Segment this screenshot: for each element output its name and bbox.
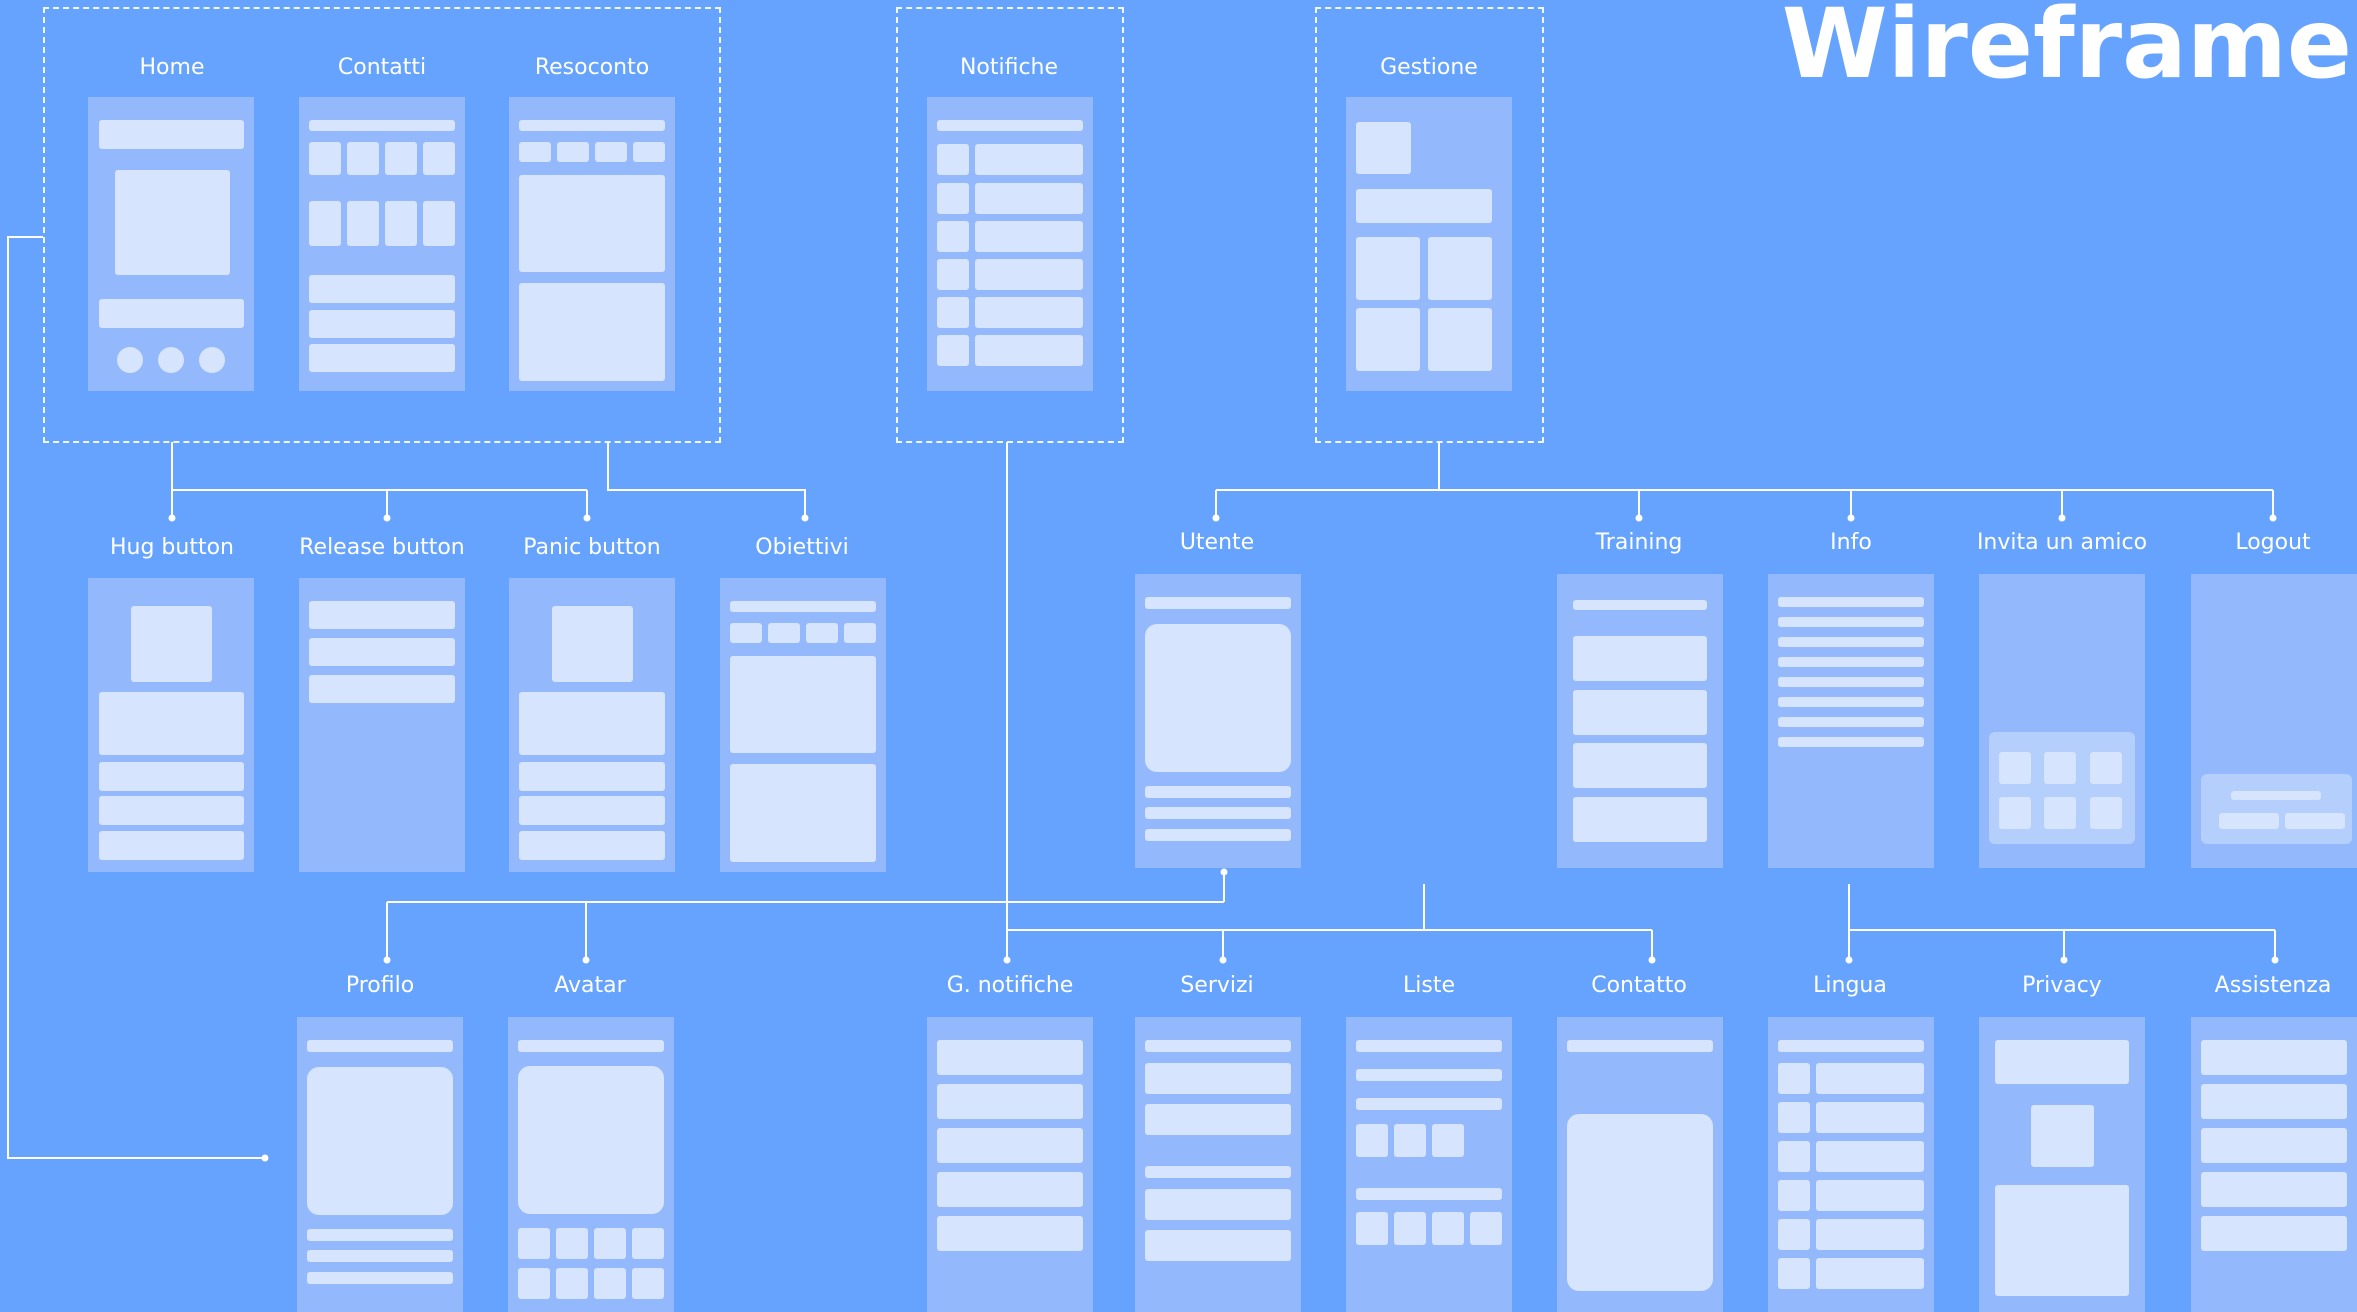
screen-label-contatti: Contatti: [337, 55, 427, 80]
screen-gestione[interactable]: [1346, 97, 1512, 391]
logout-dialog: [2201, 774, 2352, 844]
screen-privacy[interactable]: [1979, 1017, 2145, 1312]
screen-liste[interactable]: [1346, 1017, 1512, 1312]
screen-profilo[interactable]: [297, 1017, 463, 1312]
screen-release-button[interactable]: [299, 578, 465, 872]
screen-label-liste: Liste: [1403, 973, 1455, 998]
screen-label-invita-amico: Invita un amico: [1976, 530, 2148, 555]
screen-label-avatar: Avatar: [554, 973, 626, 998]
screen-label-contatto: Contatto: [1591, 973, 1687, 998]
screen-notifiche[interactable]: [927, 97, 1093, 391]
screen-label-lingua: Lingua: [1813, 973, 1887, 998]
screen-label-resoconto: Resoconto: [534, 55, 650, 80]
screen-label-obiettivi: Obiettivi: [755, 535, 849, 560]
screen-servizi[interactable]: [1135, 1017, 1301, 1312]
screen-hug-button[interactable]: [88, 578, 254, 872]
screen-utente[interactable]: [1135, 574, 1301, 868]
screen-obiettivi[interactable]: [720, 578, 886, 872]
screen-invita-amico[interactable]: [1979, 574, 2145, 868]
screen-info[interactable]: [1768, 574, 1934, 868]
screen-label-profilo: Profilo: [345, 973, 415, 998]
share-panel: [1989, 732, 2135, 844]
screen-home[interactable]: [88, 97, 254, 391]
screen-label-home: Home: [139, 55, 205, 80]
screen-label-utente: Utente: [1179, 530, 1255, 555]
screen-contatti[interactable]: [299, 97, 465, 391]
screen-label-gestione: Gestione: [1380, 55, 1478, 80]
screen-contatto[interactable]: [1557, 1017, 1723, 1312]
screen-resoconto[interactable]: [509, 97, 675, 391]
screen-training[interactable]: [1557, 574, 1723, 868]
screen-lingua[interactable]: [1768, 1017, 1934, 1312]
screen-label-training: Training: [1595, 530, 1683, 555]
screen-label-hug-button: Hug button: [109, 535, 234, 560]
screen-label-release-button: Release button: [299, 535, 465, 560]
screen-assistenza[interactable]: [2191, 1017, 2357, 1312]
screen-label-assistenza: Assistenza: [2214, 973, 2332, 998]
screen-label-g-notifiche: G. notifiche: [946, 973, 1074, 998]
screen-logout[interactable]: [2191, 574, 2357, 868]
screen-panic-button[interactable]: [509, 578, 675, 872]
screen-label-notifiche: Notifiche: [959, 55, 1059, 80]
screen-label-servizi: Servizi: [1180, 973, 1254, 998]
screen-avatar[interactable]: [508, 1017, 674, 1312]
screen-label-privacy: Privacy: [2022, 973, 2102, 998]
screen-g-notifiche[interactable]: [927, 1017, 1093, 1312]
screen-label-info: Info: [1830, 530, 1872, 555]
screen-label-logout: Logout: [2235, 530, 2311, 555]
screen-label-panic-button: Panic button: [523, 535, 661, 560]
